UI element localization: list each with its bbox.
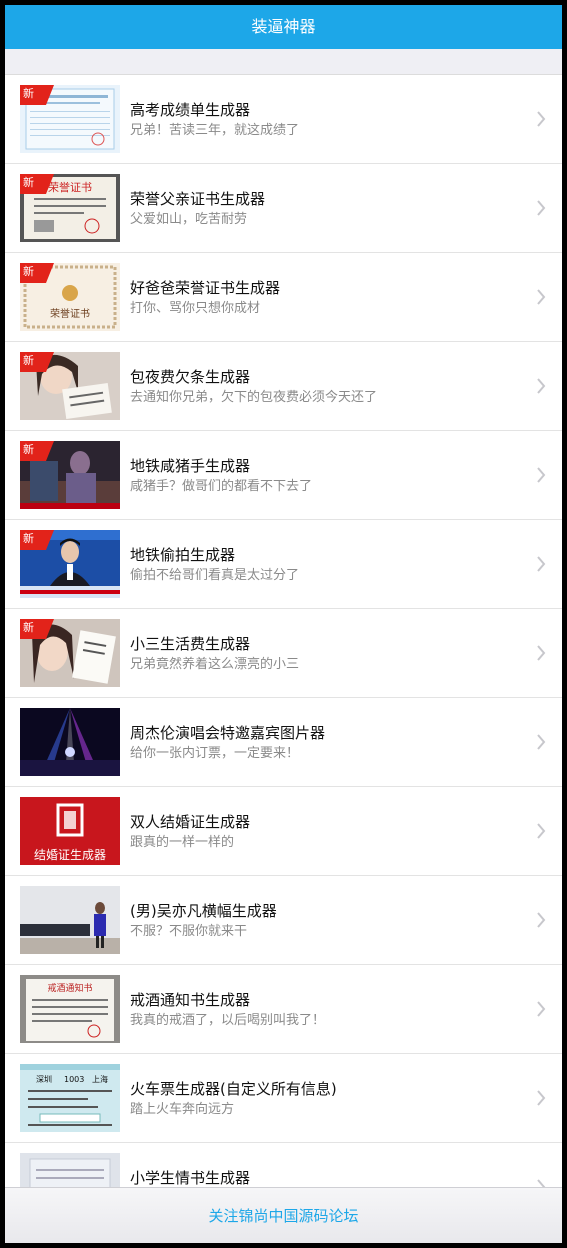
item-title: 小三生活费生成器 xyxy=(130,635,251,653)
item-title: 地铁咸猪手生成器 xyxy=(130,457,251,475)
chevron-right-icon xyxy=(537,556,546,572)
list-item[interactable]: 结婚证生成器 双人结婚证生成器 跟真的一样一样的 xyxy=(5,787,562,876)
item-title: 好爸爸荣誉证书生成器 xyxy=(130,279,281,297)
new-badge: 新 xyxy=(20,441,54,461)
thumbnail-image: 新 xyxy=(20,352,120,420)
item-subtitle: 不服？不服你就来干 xyxy=(130,924,248,939)
thumb-notice-text: 戒酒通知书 xyxy=(47,982,92,994)
page-title: 装逼神器 xyxy=(251,17,316,36)
item-title: 火车票生成器(自定义所有信息) xyxy=(130,1080,337,1098)
list-item[interactable]: 新 小三生活费生成器 兄弟竟然养着这么漂亮的小三 xyxy=(5,609,562,698)
new-badge: 新 xyxy=(20,263,54,283)
list-item[interactable]: 新 地铁咸猪手生成器 咸猪手？做哥们的都看不下去了 xyxy=(5,431,562,520)
item-subtitle: 兄弟竟然养着这么漂亮的小三 xyxy=(130,657,300,672)
list-item[interactable]: 周杰伦演唱会特邀嘉宾图片器 给你一张内订票，一定要来！ xyxy=(5,698,562,787)
thumbnail-image: 结婚证生成器 xyxy=(20,797,120,865)
thumb-honor-text: 荣誉证书 xyxy=(48,180,92,194)
chevron-right-icon xyxy=(537,1090,546,1106)
thumbnail-image: 新 xyxy=(20,85,120,153)
item-subtitle: 咸猪手？做哥们的都看不下去了 xyxy=(130,479,313,494)
thumbnail-image: 新 xyxy=(20,441,120,509)
chevron-right-icon xyxy=(537,823,546,839)
item-title: 小学生情书生成器 xyxy=(130,1169,251,1187)
chevron-right-icon xyxy=(537,1001,546,1017)
footer-link[interactable]: 关注锦尚中国源码论坛 xyxy=(208,1207,358,1225)
list-item[interactable]: 荣誉证书 新 荣誉父亲证书生成器 父爱如山，吃苦耐劳 xyxy=(5,164,562,253)
list-item[interactable]: 深圳 1003 上海 火车票生成器(自定义所有信息) 踏上火车奔向远方 xyxy=(5,1054,562,1143)
item-title: 荣誉父亲证书生成器 xyxy=(130,190,266,208)
new-badge: 新 xyxy=(20,619,54,639)
thumb-ticket-no: 1003 xyxy=(64,1075,84,1084)
item-subtitle: 偷拍不给哥们看真是太过分了 xyxy=(130,568,300,583)
thumb-marriage-text: 结婚证生成器 xyxy=(34,848,106,862)
list-item[interactable]: (男)吴亦凡横幅生成器 不服？不服你就来干 xyxy=(5,876,562,965)
chevron-right-icon xyxy=(537,378,546,394)
app-header: 装逼神器 xyxy=(5,5,562,49)
new-badge: 新 xyxy=(20,85,54,105)
item-title: (男)吴亦凡横幅生成器 xyxy=(130,902,277,920)
chevron-right-icon xyxy=(537,467,546,483)
chevron-right-icon xyxy=(537,111,546,127)
item-subtitle: 去通知你兄弟，欠下的包夜费必须今天还了 xyxy=(130,390,378,405)
item-subtitle: 踏上火车奔向远方 xyxy=(130,1102,235,1117)
list-item[interactable]: 荣誉证书 新 好爸爸荣誉证书生成器 打你、骂你只想你成材 xyxy=(5,253,562,342)
list-item[interactable]: 新 地铁偷拍生成器 偷拍不给哥们看真是太过分了 xyxy=(5,520,562,609)
item-title: 高考成绩单生成器 xyxy=(130,101,251,119)
new-badge: 新 xyxy=(20,174,54,194)
item-title: 戒酒通知书生成器 xyxy=(130,991,251,1009)
item-title: 地铁偷拍生成器 xyxy=(130,546,236,564)
thumbnail-image xyxy=(20,886,120,954)
list-item[interactable]: 新 包夜费欠条生成器 去通知你兄弟，欠下的包夜费必须今天还了 xyxy=(5,342,562,431)
thumbnail-image: 荣誉证书 新 xyxy=(20,263,120,331)
chevron-right-icon xyxy=(537,289,546,305)
thumbnail-image: 深圳 1003 上海 xyxy=(20,1064,120,1132)
list-item[interactable]: 小学生情书生成器 xyxy=(5,1143,562,1188)
item-subtitle: 我真的戒酒了，以后喝别叫我了！ xyxy=(130,1013,326,1028)
app-screen: 装逼神器 新 高考成绩单生成器 兄弟！苦读三年，就这成绩了 荣誉证书 新 荣誉父… xyxy=(5,5,562,1243)
generator-list: 新 高考成绩单生成器 兄弟！苦读三年，就这成绩了 荣誉证书 新 荣誉父亲证书生成… xyxy=(5,74,562,1188)
item-title: 双人结婚证生成器 xyxy=(130,813,251,831)
thumbnail-image xyxy=(20,1153,120,1188)
chevron-right-icon xyxy=(537,912,546,928)
new-badge: 新 xyxy=(20,530,54,550)
thumbnail-image: 新 xyxy=(20,530,120,598)
list-item[interactable]: 新 高考成绩单生成器 兄弟！苦读三年，就这成绩了 xyxy=(5,75,562,164)
chevron-right-icon xyxy=(537,200,546,216)
thumb-ticket-from: 深圳 xyxy=(36,1074,52,1084)
chevron-right-icon xyxy=(537,734,546,750)
item-subtitle: 给你一张内订票，一定要来！ xyxy=(130,746,300,761)
chevron-right-icon xyxy=(537,645,546,661)
thumbnail-image: 荣誉证书 新 xyxy=(20,174,120,242)
item-title: 包夜费欠条生成器 xyxy=(130,368,251,386)
new-badge: 新 xyxy=(20,352,54,372)
item-subtitle: 兄弟！苦读三年，就这成绩了 xyxy=(130,123,300,138)
item-subtitle: 跟真的一样一样的 xyxy=(130,835,235,850)
item-subtitle: 打你、骂你只想你成材 xyxy=(130,301,261,316)
list-item[interactable]: 戒酒通知书 戒酒通知书生成器 我真的戒酒了，以后喝别叫我了！ xyxy=(5,965,562,1054)
thumbnail-image: 新 xyxy=(20,619,120,687)
footer-link-bar[interactable]: 关注锦尚中国源码论坛 xyxy=(5,1187,562,1243)
thumb-honor-cert-text: 荣誉证书 xyxy=(50,307,90,320)
thumb-ticket-to: 上海 xyxy=(92,1074,108,1084)
thumbnail-image xyxy=(20,708,120,776)
thumbnail-image: 戒酒通知书 xyxy=(20,975,120,1043)
item-title: 周杰伦演唱会特邀嘉宾图片器 xyxy=(130,724,326,742)
item-subtitle: 父爱如山，吃苦耐劳 xyxy=(130,212,248,227)
